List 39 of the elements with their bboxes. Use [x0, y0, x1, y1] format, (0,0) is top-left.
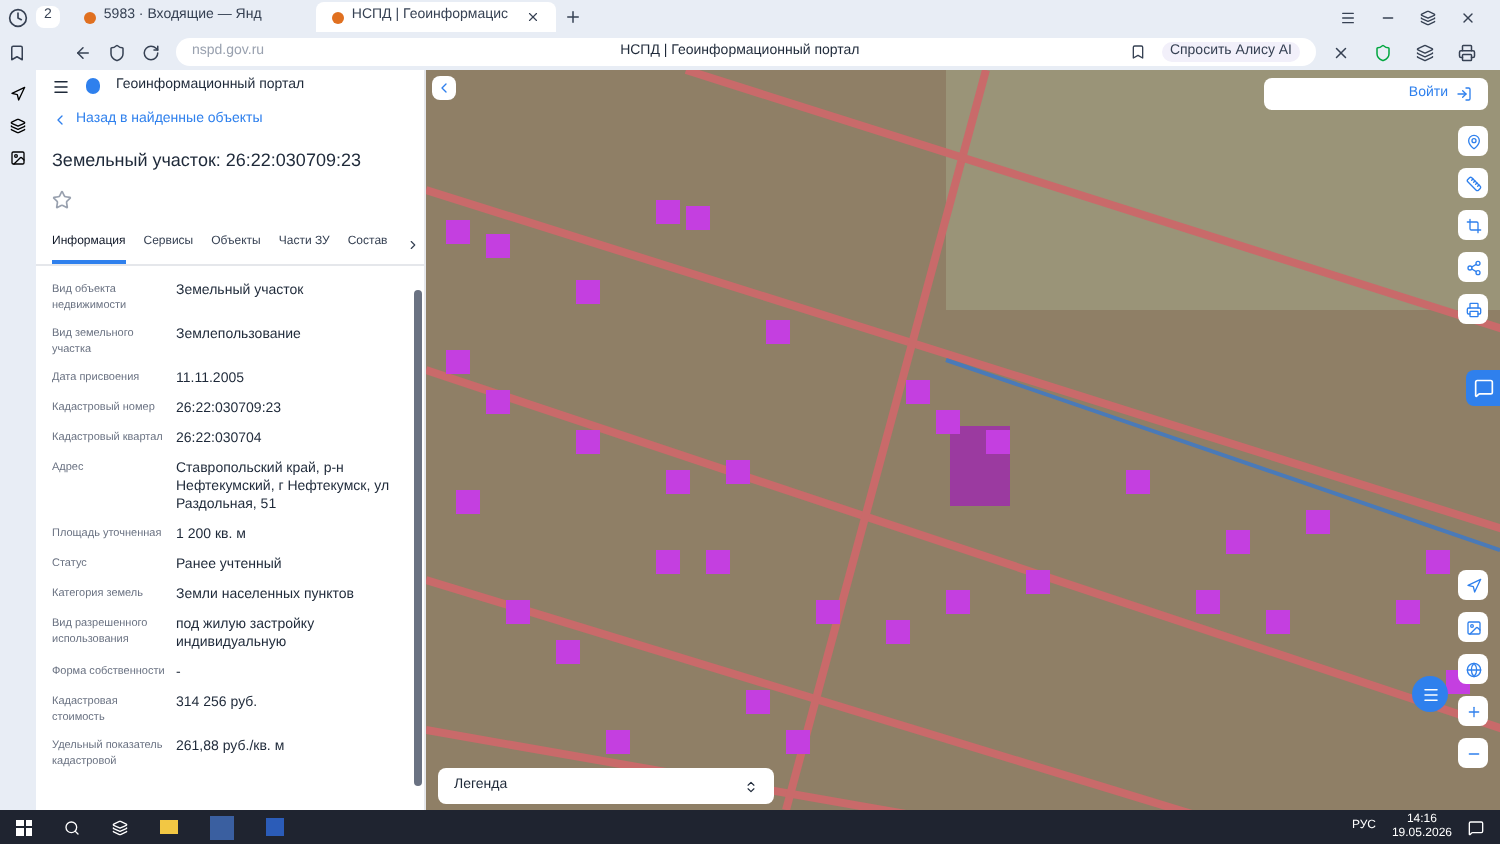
location-pin-icon[interactable] [1458, 126, 1488, 156]
chat-icon[interactable] [1466, 370, 1500, 406]
shield-icon[interactable] [108, 43, 126, 61]
site-icon [331, 11, 344, 23]
zoom-in-icon[interactable] [1458, 696, 1488, 726]
reload-icon[interactable] [142, 43, 160, 61]
new-tab-icon[interactable] [563, 8, 582, 26]
close-icon[interactable] [1460, 9, 1476, 25]
favorite-star-icon[interactable] [52, 190, 72, 210]
site-icon [83, 11, 96, 23]
navigation-arrow-icon[interactable] [1458, 570, 1488, 600]
globe-icon[interactable] [1458, 654, 1488, 684]
up-down-chevron-icon [744, 779, 758, 793]
scroll-right-icon[interactable] [405, 238, 420, 252]
picture-icon[interactable] [1458, 612, 1488, 642]
print-icon[interactable] [1458, 294, 1488, 324]
chevron-left-icon [436, 80, 452, 96]
menu-icon[interactable] [1340, 9, 1356, 25]
zoom-out-icon[interactable] [1458, 738, 1488, 768]
printer-icon[interactable] [1458, 43, 1476, 61]
back-icon[interactable] [74, 43, 92, 61]
portal-logo-icon [86, 78, 100, 94]
ruler-icon[interactable] [1458, 168, 1488, 198]
login-icon [1456, 86, 1472, 102]
scrollbar[interactable] [414, 290, 422, 786]
crop-icon[interactable] [1458, 210, 1488, 240]
browser-app-icon[interactable] [210, 815, 234, 839]
history-icon[interactable] [8, 7, 28, 27]
object-title: Земельный участок: 26:22:030709:23 [50, 147, 363, 174]
bookmarks-icon[interactable] [8, 43, 26, 61]
bookmark-icon[interactable] [1129, 44, 1146, 60]
close-icon[interactable] [525, 10, 540, 24]
collapse-panel-button[interactable] [432, 76, 456, 100]
back-icon [52, 112, 68, 129]
windows-start-icon[interactable] [16, 819, 32, 835]
notifications-icon[interactable] [1468, 819, 1484, 835]
search-icon[interactable] [64, 819, 80, 835]
menu-icon[interactable] [52, 77, 70, 95]
share-icon[interactable] [1458, 252, 1488, 282]
